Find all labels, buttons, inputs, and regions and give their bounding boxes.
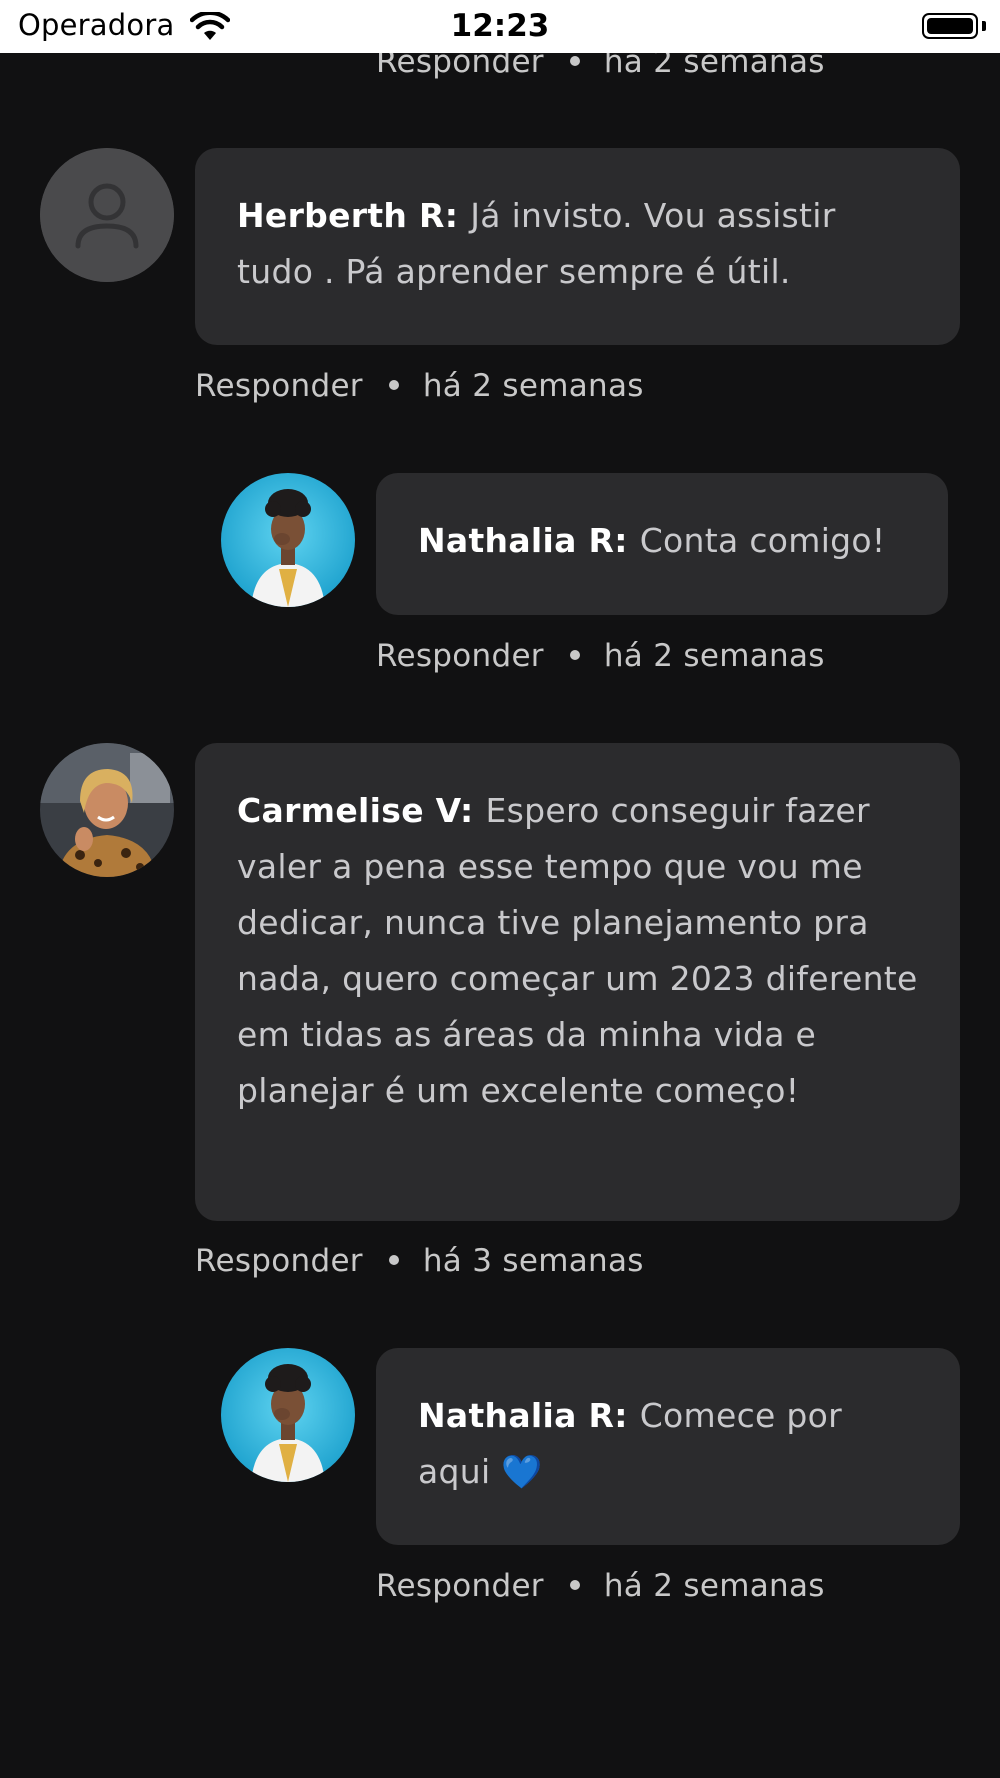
- comment-author[interactable]: Nathalia R:: [418, 1396, 628, 1435]
- nathalia-photo: [221, 473, 355, 607]
- nathalia-photo: [221, 1348, 355, 1482]
- time-ago: há 2 semanas: [603, 638, 825, 674]
- avatar[interactable]: [40, 148, 174, 282]
- battery-tip: [982, 21, 986, 31]
- comment-meta: Responder há 3 semanas: [195, 1243, 644, 1279]
- reply-button[interactable]: Responder: [195, 368, 363, 404]
- carmelise-photo: [40, 743, 174, 877]
- separator-dot: [569, 55, 580, 66]
- reply-button[interactable]: Responder: [376, 1568, 544, 1604]
- comment-meta: Responder há 2 semanas: [195, 368, 644, 404]
- avatar[interactable]: [40, 743, 174, 877]
- comment-text: Espero conseguir fazer valer a pena esse…: [237, 791, 918, 1110]
- time-ago: há 2 semanas: [603, 1568, 825, 1604]
- avatar[interactable]: [221, 473, 355, 607]
- comment-bubble: Carmelise V: Espero conseguir fazer valer…: [195, 743, 960, 1221]
- status-bar: Operadora 12:23: [0, 0, 1000, 53]
- avatar[interactable]: [221, 1348, 355, 1482]
- reply-button[interactable]: Responder: [376, 638, 544, 674]
- time-ago: há 3 semanas: [422, 1243, 644, 1279]
- reply-bubble: Nathalia R: Conta comigo!: [376, 473, 948, 615]
- reply-button[interactable]: Responder: [195, 1243, 363, 1279]
- battery-icon: [922, 13, 978, 39]
- comment-meta: Responder há 2 semanas: [376, 1568, 825, 1604]
- reply-bubble: Nathalia R: Comece por aqui 💙: [376, 1348, 960, 1545]
- default-user-icon: [40, 148, 174, 282]
- comment-author[interactable]: Carmelise V:: [237, 791, 474, 830]
- separator-dot: [388, 1254, 399, 1265]
- separator-dot: [388, 379, 399, 390]
- time-ago: há 2 semanas: [422, 368, 644, 404]
- comment-text: Conta comigo!: [639, 521, 886, 560]
- comment-bubble: Herberth R: Já invisto. Vou assistir tudo…: [195, 148, 960, 345]
- clock: 12:23: [450, 8, 550, 44]
- separator-dot: [569, 1579, 580, 1590]
- separator-dot: [569, 649, 580, 660]
- comment-author[interactable]: Nathalia R:: [418, 521, 628, 560]
- comment-author[interactable]: Herberth R:: [237, 196, 458, 235]
- comment-meta: Responder há 2 semanas: [376, 638, 825, 674]
